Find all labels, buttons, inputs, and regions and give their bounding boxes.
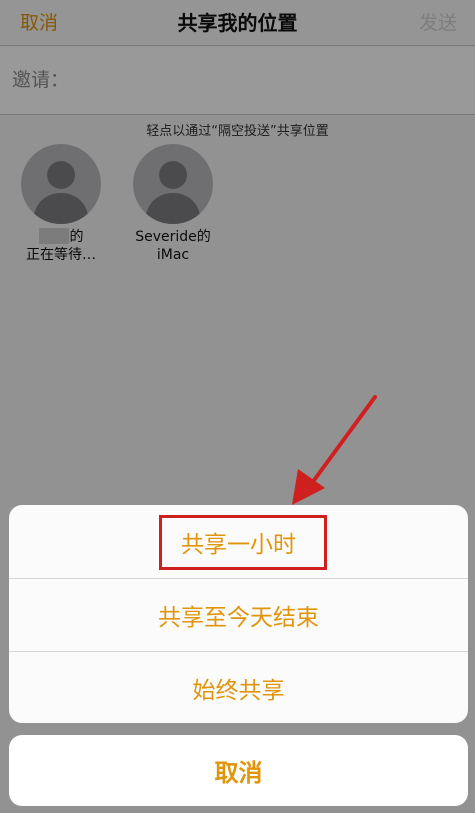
share-location-screen: 取消 共享我的位置 发送 邀请： 轻点以通过“隔空投送”共享位置 的 正在等待… <box>0 0 475 813</box>
annotation-arrow-icon <box>292 395 377 505</box>
